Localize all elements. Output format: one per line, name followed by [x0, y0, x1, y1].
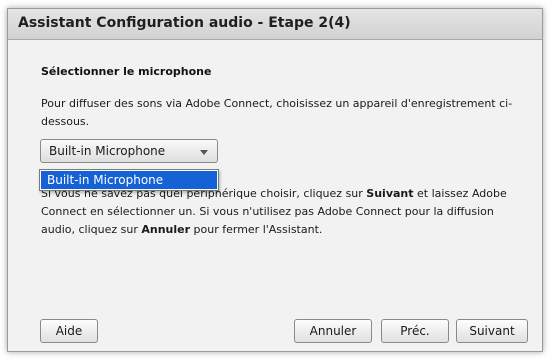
aide-button[interactable]: Aide	[40, 319, 98, 343]
annuler-button[interactable]: Annuler	[294, 319, 372, 343]
audio-wizard-dialog: Assistant Configuration audio - Etape 2(…	[7, 8, 543, 352]
title-bar[interactable]: Assistant Configuration audio - Etape 2(…	[8, 9, 542, 40]
description-text: Pour diffuser des sons via Adobe Connect…	[41, 97, 513, 128]
prec-button[interactable]: Préc.	[381, 319, 449, 343]
microphone-dropdown-list: Built-in Microphone	[39, 169, 219, 191]
dropdown-option-built-in-microphone[interactable]: Built-in Microphone	[41, 171, 217, 189]
info-text-part3: pour fermer l'Assistant.	[190, 223, 323, 236]
info-text: Si vous ne savez pas quel périphérique c…	[41, 185, 527, 239]
dropdown-option-label: Built-in Microphone	[47, 173, 164, 187]
info-text-annuler: Annuler	[141, 223, 191, 236]
dialog-title: Assistant Configuration audio - Etape 2(…	[18, 15, 351, 31]
microphone-select-value: Built-in Microphone	[49, 144, 166, 158]
section-heading: Sélectionner le microphone	[41, 65, 212, 78]
chevron-down-icon	[200, 150, 208, 155]
suivant-button[interactable]: Suivant	[456, 319, 528, 343]
microphone-select[interactable]: Built-in Microphone	[40, 139, 218, 163]
info-text-suivant: Suivant	[366, 187, 414, 200]
